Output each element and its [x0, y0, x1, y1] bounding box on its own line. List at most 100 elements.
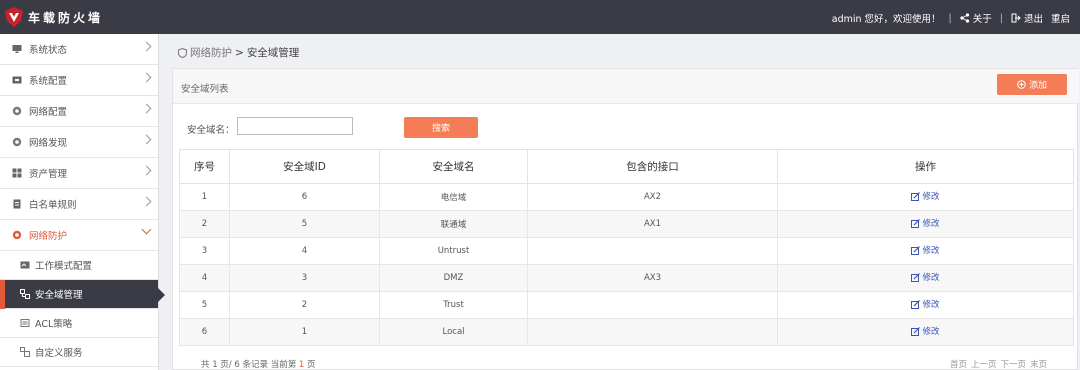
- edit-icon: [911, 272, 921, 282]
- panel-header: 安全域列表 添加: [173, 69, 1079, 104]
- share-icon: [960, 13, 969, 23]
- breadcrumb-separator: >: [235, 46, 244, 59]
- current-page-number: 1: [298, 360, 305, 370]
- divider: |: [999, 12, 1003, 24]
- table-row: 5 2 Trust 修改: [179, 291, 1074, 319]
- table-header-row: 序号 安全域ID 安全域名 包含的接口 操作: [179, 149, 1074, 184]
- first-page-link[interactable]: 首页: [950, 358, 967, 370]
- domain-id: 2: [229, 291, 380, 319]
- globe-icon: [12, 106, 22, 116]
- policy-icon: [20, 318, 30, 328]
- about-link[interactable]: 关于: [960, 11, 992, 25]
- security-domain-table: 序号 安全域ID 安全域名 包含的接口 操作 1 6 电信域 AX2 修改 2 …: [179, 149, 1074, 346]
- chevron-right-icon: [141, 134, 152, 145]
- sidebar-item-label: 资产管理: [29, 169, 68, 180]
- edit-link[interactable]: 修改: [911, 244, 940, 256]
- domain-interfaces: [527, 291, 778, 319]
- table-row: 2 5 联通域 AX1 修改: [179, 210, 1074, 238]
- security-domain-panel: 安全域列表 添加 安全域名： 搜索 序号 安全域ID 安全域名 包含的接口 操作…: [172, 68, 1079, 370]
- sidebar-item-system-config[interactable]: 系统配置: [0, 65, 158, 96]
- pager: 首页 上一页 下一页 末页: [950, 358, 1047, 370]
- sidebar-item-network-config[interactable]: 网络配置: [0, 96, 158, 127]
- add-button-label: 添加: [1028, 81, 1047, 91]
- chevron-right-icon: [141, 165, 152, 176]
- domain-id: 3: [229, 264, 380, 292]
- summary-suffix: 页: [307, 360, 316, 370]
- breadcrumb: 网络防护 > 安全域管理: [178, 45, 299, 60]
- edit-link[interactable]: 修改: [911, 271, 940, 283]
- last-page-link[interactable]: 末页: [1030, 358, 1047, 370]
- edit-icon: [911, 299, 921, 309]
- next-page-link[interactable]: 下一页: [1000, 358, 1026, 370]
- summary-text: 共 1 页/ 6 条记录 当前第: [201, 360, 297, 370]
- edit-link[interactable]: 修改: [911, 325, 940, 338]
- sidebar-subitem-custom-service[interactable]: 自定义服务: [0, 338, 158, 367]
- prev-page-link[interactable]: 上一页: [971, 358, 997, 370]
- restart-label: 重启: [1050, 14, 1070, 25]
- column-header: 序号: [179, 149, 230, 184]
- edit-link[interactable]: 修改: [911, 217, 940, 230]
- globe-icon: [12, 230, 22, 240]
- sidebar-subitem-label: 工作模式配置: [35, 261, 93, 272]
- edit-link[interactable]: 修改: [911, 190, 940, 203]
- sidebar-item-network-protection[interactable]: 网络防护: [0, 220, 158, 251]
- sidebar-item-whitelist-rules[interactable]: 白名单规则: [0, 189, 158, 220]
- domain-interfaces: [527, 318, 778, 346]
- column-header: 安全域名: [379, 149, 528, 184]
- search-label: 安全域名：: [187, 125, 235, 136]
- globe-icon: [12, 137, 22, 147]
- logout-label: 退出: [1023, 14, 1043, 25]
- edit-icon: [911, 245, 921, 255]
- divider: |: [948, 12, 952, 24]
- header-actions: admin 您好，欢迎使用！ | 关于 | 退出 重启: [831, 11, 1070, 26]
- greeting-text: admin 您好，欢迎使用！: [831, 14, 941, 25]
- sidebar-subitem-security-domain[interactable]: 安全域管理: [0, 280, 165, 309]
- row-number: 6: [179, 318, 230, 346]
- sidebar-subitem-label: 安全域管理: [35, 290, 83, 301]
- breadcrumb-parent[interactable]: 网络防护: [190, 45, 232, 60]
- domain-id: 6: [229, 183, 380, 211]
- chevron-right-icon: [141, 103, 152, 114]
- sidebar-item-asset-management[interactable]: 资产管理: [0, 158, 158, 189]
- sidebar-item-network-discovery[interactable]: 网络发现: [0, 127, 158, 158]
- row-actions: 修改: [777, 237, 1074, 265]
- edit-link[interactable]: 修改: [911, 298, 940, 310]
- row-actions: 修改: [777, 210, 1074, 238]
- sidebar-subitem-acl-policy[interactable]: ACL策略: [0, 309, 158, 338]
- config-icon: [20, 260, 30, 270]
- sidebar-item-label: 系统配置: [29, 76, 68, 87]
- breadcrumb-current: 安全域管理: [246, 47, 300, 59]
- restart-link[interactable]: 重启: [1051, 11, 1070, 25]
- row-actions: 修改: [777, 264, 1074, 292]
- top-bar: 车载防火墙 admin 您好，欢迎使用！ | 关于 | 退出 重启: [0, 0, 1080, 34]
- edit-label: 修改: [922, 219, 940, 230]
- search-button[interactable]: 搜索: [404, 117, 478, 138]
- domain-id: 5: [229, 210, 380, 238]
- settings-box-icon: [12, 75, 22, 85]
- plus-circle-icon: [1017, 80, 1026, 89]
- sidebar-item-label: 白名单规则: [29, 200, 77, 211]
- domain-interfaces: AX3: [527, 264, 778, 292]
- sidebar-item-label: 网络发现: [29, 138, 68, 149]
- sidebar-subitem-work-mode[interactable]: 工作模式配置: [0, 251, 158, 280]
- row-actions: 修改: [777, 183, 1074, 211]
- row-number: 3: [179, 237, 230, 265]
- logo-icon: [5, 7, 23, 27]
- add-button[interactable]: 添加: [997, 74, 1067, 95]
- table-row: 1 6 电信域 AX2 修改: [179, 183, 1074, 211]
- row-number: 5: [179, 291, 230, 319]
- edit-label: 修改: [922, 192, 940, 203]
- logout-link[interactable]: 退出: [1011, 11, 1043, 25]
- sidebar-subitem-label: ACL策略: [35, 319, 73, 330]
- search-input[interactable]: [237, 117, 353, 135]
- column-header: 包含的接口: [527, 149, 778, 184]
- domain-name: 电信域: [379, 183, 528, 211]
- table-row: 4 3 DMZ AX3 修改: [179, 264, 1074, 292]
- edit-label: 修改: [922, 327, 940, 338]
- sidebar-item-system-status[interactable]: 系统状态: [0, 34, 158, 65]
- sidebar-item-label: 网络防护: [29, 231, 68, 242]
- chevron-right-icon: [141, 196, 152, 207]
- logout-icon: [1011, 13, 1021, 23]
- domain-interfaces: AX2: [527, 183, 778, 211]
- chevron-right-icon: [141, 41, 152, 52]
